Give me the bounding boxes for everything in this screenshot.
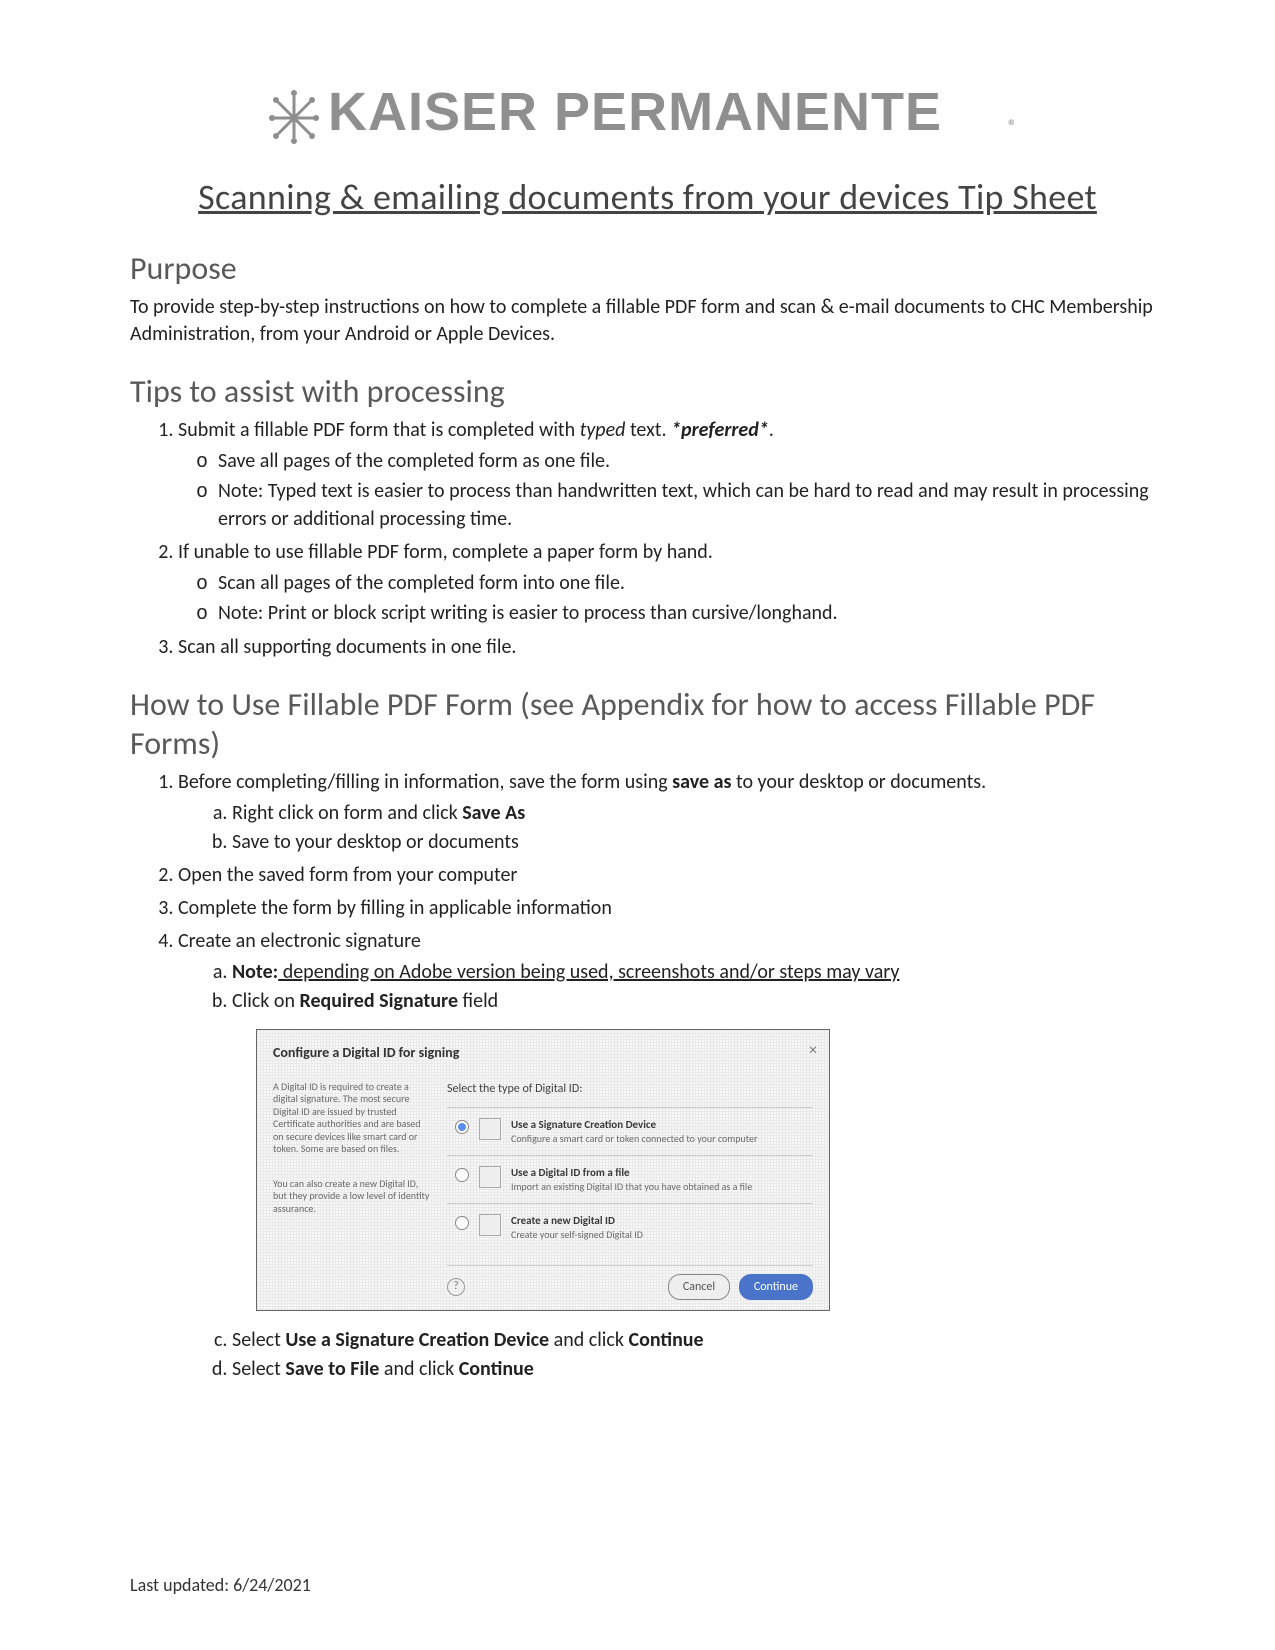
tip-3: Scan all supporting documents in one fil… xyxy=(178,634,1165,661)
howto-heading: How to Use Fillable PDF Form (see Append… xyxy=(130,685,1165,763)
option-signature-device[interactable]: Use a Signature Creation DeviceConfigure… xyxy=(447,1107,813,1155)
cancel-button[interactable]: Cancel xyxy=(668,1274,730,1300)
howto-4d: Select Save to File and click Continue xyxy=(232,1356,1165,1383)
dialog-lead: Select the type of Digital ID: xyxy=(447,1081,813,1097)
tip-2a: Scan all pages of the completed form int… xyxy=(218,570,1165,598)
howto-3: Complete the form by filling in applicab… xyxy=(178,895,1165,922)
logo-text: KAISER PERMANENTE xyxy=(328,82,942,142)
howto-4c: Select Use a Signature Creation Device a… xyxy=(232,1327,1165,1354)
tip-2b: Note: Print or block script writing is e… xyxy=(218,600,1165,628)
continue-button[interactable]: Continue xyxy=(739,1274,813,1300)
tips-heading: Tips to assist with processing xyxy=(130,372,1165,411)
howto-2: Open the saved form from your computer xyxy=(178,862,1165,889)
purpose-body: To provide step-by-step instructions on … xyxy=(130,294,1165,348)
last-updated: Last updated: 6/24/2021 xyxy=(130,1574,311,1596)
tip-1b: Note: Typed text is easier to process th… xyxy=(218,478,1165,533)
howto-4b: Click on Required Signature field xyxy=(232,988,1165,1015)
tip-1: Submit a fillable PDF form that is compl… xyxy=(178,417,1165,533)
digital-id-dialog: Configure a Digital ID for signing × A D… xyxy=(256,1029,830,1311)
tips-list: Submit a fillable PDF form that is compl… xyxy=(130,417,1165,661)
tip-2: If unable to use fillable PDF form, comp… xyxy=(178,539,1165,628)
purpose-heading: Purpose xyxy=(130,249,1165,288)
radio-icon[interactable] xyxy=(455,1216,469,1230)
file-icon xyxy=(479,1166,501,1188)
device-icon xyxy=(479,1118,501,1140)
howto-1b: Save to your desktop or documents xyxy=(232,829,1165,856)
dialog-sidebar: A Digital ID is required to create a dig… xyxy=(273,1081,433,1300)
new-id-icon xyxy=(479,1214,501,1236)
dialog-title: Configure a Digital ID for signing xyxy=(273,1044,813,1063)
option-from-file[interactable]: Use a Digital ID from a fileImport an ex… xyxy=(447,1155,813,1203)
howto-list: Before completing/filling in information… xyxy=(130,769,1165,1383)
close-icon[interactable]: × xyxy=(809,1040,817,1062)
radio-icon[interactable] xyxy=(455,1168,469,1182)
howto-1: Before completing/filling in information… xyxy=(178,769,1165,856)
howto-4: Create an electronic signature Note: dep… xyxy=(178,928,1165,1383)
radio-icon[interactable] xyxy=(455,1120,469,1134)
brand-logo: KAISER PERMANENTE ® xyxy=(130,70,1165,153)
help-icon[interactable]: ? xyxy=(447,1278,465,1296)
howto-4a: Note: depending on Adobe version being u… xyxy=(232,959,1165,986)
svg-text:®: ® xyxy=(1008,115,1017,137)
document-title: Scanning & emailing documents from your … xyxy=(130,175,1165,219)
howto-1a: Right click on form and click Save As xyxy=(232,800,1165,827)
tip-1a: Save all pages of the completed form as … xyxy=(218,448,1165,476)
option-create-new[interactable]: Create a new Digital IDCreate your self-… xyxy=(447,1203,813,1251)
